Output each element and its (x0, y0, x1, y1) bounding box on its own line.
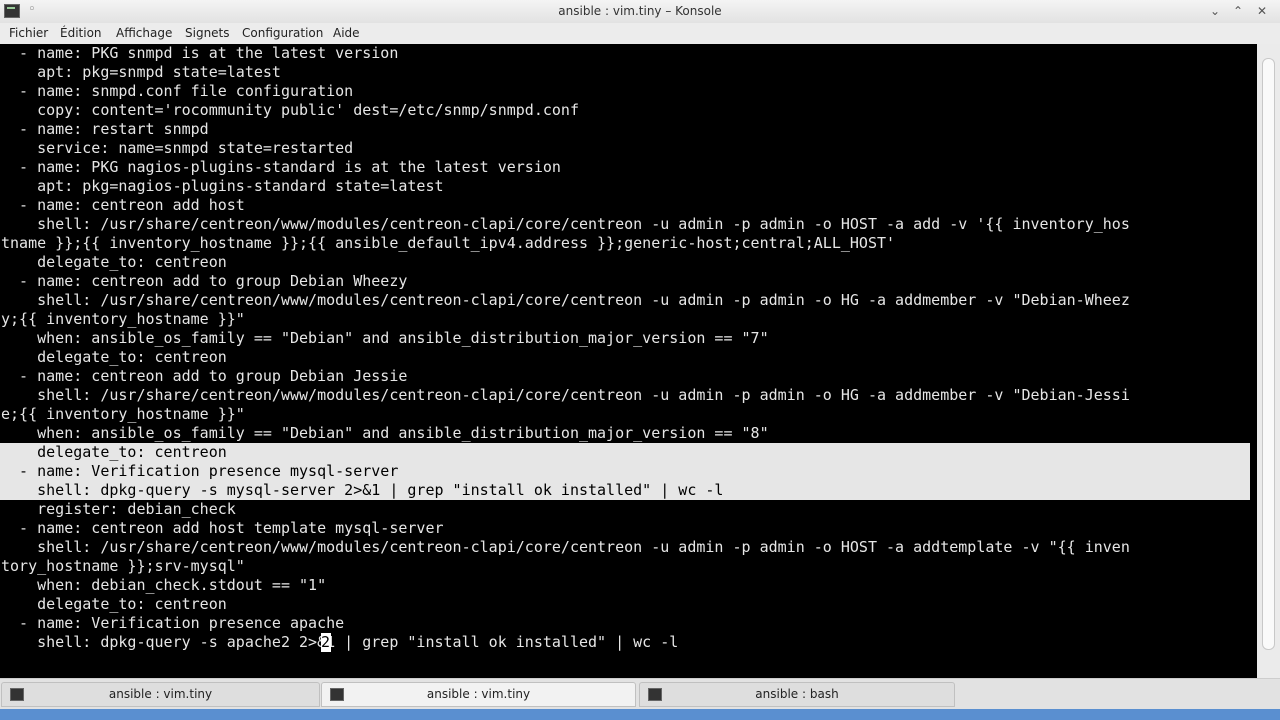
menu-fichier[interactable]: Fichier (9, 26, 48, 40)
minimize-icon[interactable]: ⌄ (1207, 3, 1223, 19)
terminal-line: service: name=snmpd state=restarted (1, 139, 354, 157)
terminal-line: delegate_to: centreon (1, 348, 227, 366)
terminal-line: when: ansible_os_family == "Debian" and … (1, 329, 769, 347)
terminal-line: when: ansible_os_family == "Debian" and … (1, 424, 769, 442)
menu-affichage[interactable]: Affichage (116, 26, 172, 40)
terminal-line: - name: centreon add to group Debian Jes… (1, 367, 408, 385)
terminal-line: when: debian_check.stdout == "1" (1, 576, 327, 594)
terminal-line: shell: dpkg-query -s apache2 2>&1 | grep… (1, 633, 679, 651)
terminal-line: tory_hostname }};srv-mysql" (1, 557, 245, 575)
terminal-line: shell: /usr/share/centreon/www/modules/c… (1, 538, 1130, 556)
terminal-scrollbar[interactable] (1257, 44, 1280, 678)
window-title: ansible : vim.tiny – Konsole (558, 4, 722, 18)
terminal-line: register: debian_check (1, 500, 236, 518)
tab-ansible-vim-1[interactable]: ansible : vim.tiny (1, 682, 320, 707)
terminal-line: - name: Verification presence apache (1, 614, 345, 632)
cursor-char: 2 (321, 633, 331, 651)
terminal-line: - name: Verification presence mysql-serv… (1, 462, 399, 480)
terminal-line: - name: snmpd.conf file configuration (1, 82, 354, 100)
terminal-line: apt: pkg=nagios-plugins-standard state=l… (1, 177, 444, 195)
menu-edition[interactable]: Édition (60, 26, 102, 40)
terminal-line: y;{{ inventory_hostname }}" (1, 310, 245, 328)
maximize-icon[interactable]: ⌃ (1230, 3, 1246, 19)
terminal-line: tname }};{{ inventory_hostname }};{{ ans… (1, 234, 896, 252)
terminal-view[interactable]: - name: PKG snmpd is at the latest versi… (0, 44, 1257, 678)
terminal-line: - name: centreon add host template mysql… (1, 519, 444, 537)
terminal-line: - name: restart snmpd (1, 120, 209, 138)
terminal-line: delegate_to: centreon (1, 253, 227, 271)
desktop-panel-edge (0, 709, 1280, 720)
tab-label: ansible : bash (755, 687, 839, 701)
terminal-line: - name: centreon add to group Debian Whe… (1, 272, 408, 290)
tab-ansible-vim-2[interactable]: ansible : vim.tiny (321, 682, 636, 707)
terminal-line: - name: PKG nagios-plugins-standard is a… (1, 158, 561, 176)
tab-label: ansible : vim.tiny (426, 687, 531, 701)
tab-label: ansible : vim.tiny (108, 687, 213, 701)
tab-bar: ansible : vim.tiny ansible : vim.tiny an… (0, 678, 1280, 709)
terminal-line: shell: /usr/share/centreon/www/modules/c… (1, 215, 1130, 233)
terminal-line: e;{{ inventory_hostname }}" (1, 405, 245, 423)
terminal-line: - name: PKG snmpd is at the latest versi… (1, 44, 399, 62)
terminal-line: delegate_to: centreon (1, 443, 227, 461)
terminal-line: delegate_to: centreon (1, 595, 227, 613)
close-icon[interactable]: ✕ (1254, 3, 1270, 19)
menu-aide[interactable]: Aide (333, 26, 360, 40)
menu-bar: Fichier Édition Affichage Signets Config… (0, 23, 1280, 44)
title-bar: ◦ ansible : vim.tiny – Konsole ⌄ ⌃ ✕ (0, 0, 1280, 24)
tab-ansible-bash[interactable]: ansible : bash (639, 682, 955, 707)
terminal-line: apt: pkg=snmpd state=latest (1, 63, 281, 81)
terminal-line: shell: dpkg-query -s mysql-server 2>&1 |… (1, 481, 724, 499)
menu-configuration[interactable]: Configuration (242, 26, 323, 40)
terminal-line: - name: centreon add host (1, 196, 245, 214)
terminal-line: shell: /usr/share/centreon/www/modules/c… (1, 291, 1130, 309)
menu-signets[interactable]: Signets (185, 26, 230, 40)
terminal-line: copy: content='rocommunity public' dest=… (1, 101, 579, 119)
terminal-line: shell: /usr/share/centreon/www/modules/c… (1, 386, 1130, 404)
terminal-lines: - name: PKG snmpd is at the latest versi… (1, 44, 1130, 652)
scrollbar-thumb[interactable] (1262, 58, 1275, 650)
